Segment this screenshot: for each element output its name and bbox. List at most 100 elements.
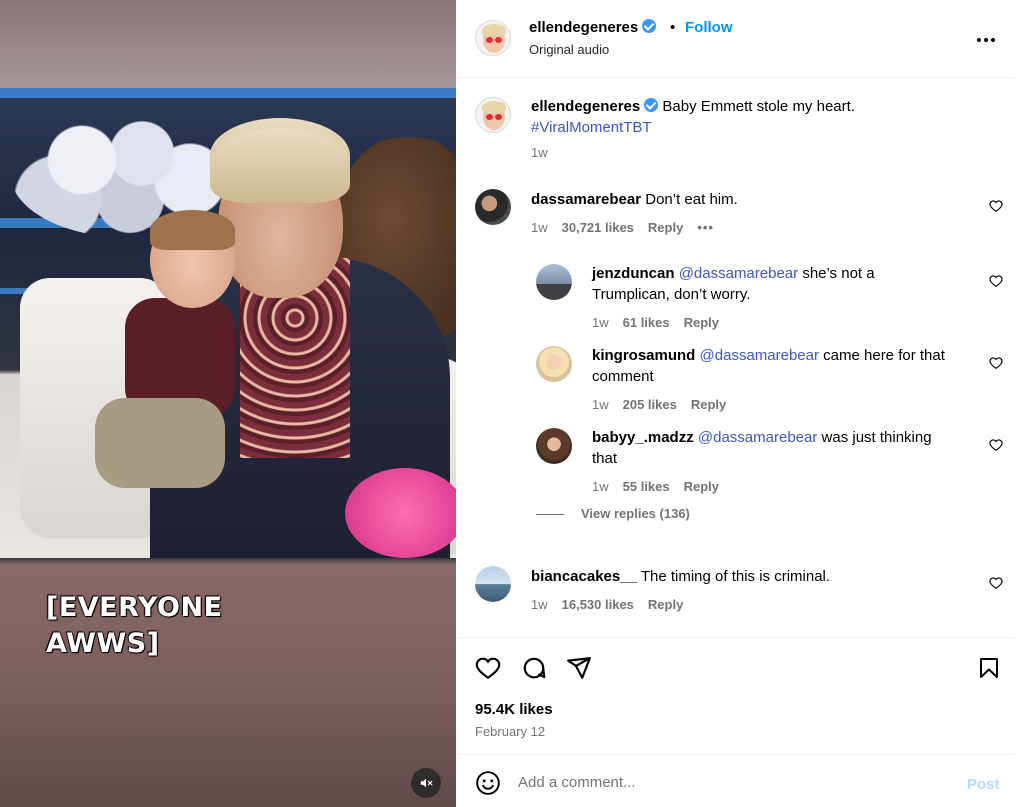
comment-bar: Post [456,754,1014,807]
reply-text: kingrosamund @dassamarebear came here fo… [592,345,972,387]
reply-body: she’s not a [802,265,875,282]
reply-body: came here for that [823,347,945,364]
baby-legs [95,398,225,488]
post-actions: 95.4K likes February 12 [456,637,1014,755]
reply-button[interactable]: Reply [648,597,683,612]
caption-avatar[interactable] [475,97,511,133]
comment-meta: 1w 16,530 likes Reply [531,597,697,612]
baby-hair [150,210,235,250]
view-replies-line [536,514,564,515]
heart-eye-icon [495,114,502,120]
reel-video[interactable]: [EVERYONE AWWS] [0,0,456,807]
separator-dot: • [670,19,676,36]
view-replies-button[interactable]: View replies (136) [581,506,690,521]
video-scene [0,88,456,558]
bookmark-icon[interactable] [977,655,1001,681]
speaker-muted-icon [420,778,433,788]
reply-button[interactable]: Reply [648,220,683,235]
video-top-band [0,0,456,88]
mention-link[interactable]: @dassamarebear [679,265,798,282]
like-heart-icon[interactable] [989,438,1003,452]
heart-eye-icon [486,37,493,43]
reply-button[interactable]: Reply [684,315,719,330]
comment-more-icon[interactable]: ••• [697,220,714,235]
comment-username[interactable]: biancacakes__ [531,568,637,585]
reply-username[interactable]: babyy_.madzz [592,429,694,446]
host-hair-top [210,128,350,203]
comment-text: dassamarebear Don’t eat him. [531,189,961,210]
comment-username[interactable]: dassamarebear [531,191,641,208]
reply-time[interactable]: 1w [592,397,609,412]
original-audio-link[interactable]: Original audio [529,42,609,57]
reply-likes[interactable]: 55 likes [623,479,670,494]
mute-button[interactable] [411,768,441,798]
reply-body: was just thinking [821,429,932,446]
emoji-icon[interactable] [475,770,501,796]
share-icon[interactable] [566,655,592,681]
reply-meta: 1w 61 likes Reply [592,315,733,330]
comment-text: biancacakes__ The timing of this is crim… [531,566,961,587]
avatar[interactable] [475,20,511,56]
username-text[interactable]: ellendegeneres [529,19,638,36]
avatar-hair [482,24,506,36]
reply-username[interactable]: jenzduncan [592,265,675,282]
more-options-icon[interactable] [976,26,996,49]
reply-body-cont: that [592,450,618,467]
comment-time[interactable]: 1w [531,597,548,612]
caption-username[interactable]: ellendegeneres [531,98,640,115]
comment-input[interactable] [518,774,938,791]
set-light-strip [0,88,456,98]
like-heart-icon[interactable] [989,274,1003,288]
heart-icon[interactable] [475,655,501,681]
comment-icon[interactable] [521,655,547,681]
post-username[interactable]: ellendegeneres [529,19,657,36]
reply-avatar[interactable] [536,346,572,382]
post-caption: ellendegeneres Baby Emmett stole my hear… [531,96,961,138]
reply-time[interactable]: 1w [592,315,609,330]
reply-likes[interactable]: 61 likes [623,315,670,330]
post-panel: ellendegeneres • Follow Original audio e… [456,0,1014,807]
post-date[interactable]: February 12 [475,724,545,739]
comment-meta: 1w 30,721 likes Reply ••• [531,220,728,235]
reply-meta: 1w 205 likes Reply [592,397,740,412]
caption-text: Baby Emmett stole my heart. [662,98,855,115]
post-button[interactable]: Post [967,776,1000,793]
reply-text: jenzduncan @dassamarebear she’s not a Tr… [592,263,972,305]
follow-button[interactable]: Follow [685,19,733,36]
comment-likes[interactable]: 30,721 likes [562,220,634,235]
reply-body-cont: comment [592,368,654,385]
heart-eye-icon [486,114,493,120]
hashtag-link[interactable]: #ViralMomentTBT [531,119,652,136]
mention-link[interactable]: @dassamarebear [698,429,817,446]
reply-avatar[interactable] [536,264,572,300]
reply-meta: 1w 55 likes Reply [592,479,733,494]
reply-time[interactable]: 1w [592,479,609,494]
likes-count[interactable]: 95.4K likes [475,701,553,718]
comment-likes[interactable]: 16,530 likes [562,597,634,612]
reply-avatar[interactable] [536,428,572,464]
reply-button[interactable]: Reply [684,479,719,494]
reply-text: babyy_.madzz @dassamarebear was just thi… [592,427,972,469]
like-heart-icon[interactable] [989,576,1003,590]
right-edge [1014,0,1024,807]
reply-body-cont: Trumplican, don’t worry. [592,286,751,303]
mention-link[interactable]: @dassamarebear [700,347,819,364]
comment-body: The timing of this is criminal. [640,568,831,585]
like-heart-icon[interactable] [989,199,1003,213]
heart-eye-icon [495,37,502,43]
verified-badge-icon [642,19,657,33]
video-caption: [EVERYONE AWWS] [46,592,223,659]
pink-pompom [345,468,456,558]
comment-body: Don’t eat him. [645,191,738,208]
comment-time[interactable]: 1w [531,220,548,235]
post-header: ellendegeneres • Follow Original audio [456,0,1014,78]
reply-username[interactable]: kingrosamund [592,347,695,364]
like-heart-icon[interactable] [989,356,1003,370]
verified-badge-icon [644,98,659,112]
avatar-hair [482,101,506,113]
comment-avatar[interactable] [475,566,511,602]
reply-likes[interactable]: 205 likes [623,397,677,412]
comment-avatar[interactable] [475,189,511,225]
caption-timestamp[interactable]: 1w [531,145,548,160]
reply-button[interactable]: Reply [691,397,726,412]
